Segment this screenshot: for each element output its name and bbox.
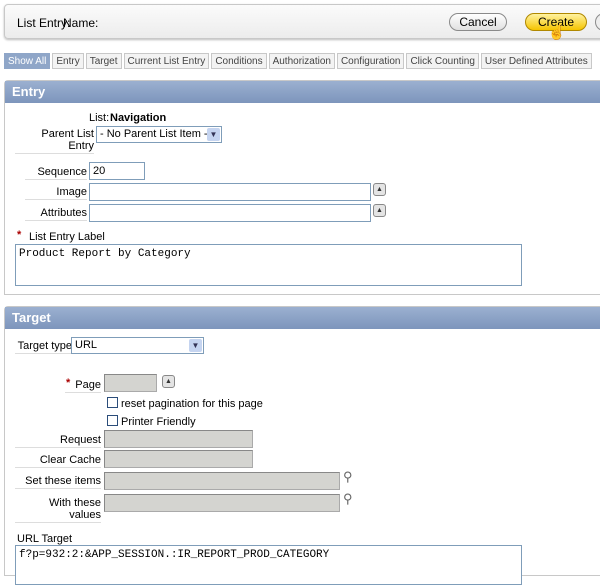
name-label: Name: bbox=[63, 16, 99, 30]
reset-pagination-checkbox[interactable] bbox=[107, 397, 118, 408]
image-input[interactable] bbox=[89, 183, 371, 201]
tab-entry[interactable]: Entry bbox=[52, 53, 84, 69]
clear-cache-input[interactable] bbox=[104, 450, 253, 468]
popup-lov-icon[interactable]: ▲ bbox=[373, 204, 386, 217]
set-items-input[interactable] bbox=[104, 472, 340, 490]
popup-lov-icon[interactable]: ▲ bbox=[162, 375, 175, 388]
url-target-label: URL Target bbox=[17, 533, 73, 545]
popup-lov-icon[interactable]: ▲ bbox=[373, 183, 386, 196]
set-items-label: Set these items bbox=[15, 475, 101, 489]
with-values-label: With these values bbox=[15, 497, 101, 523]
with-values-input[interactable] bbox=[104, 494, 340, 512]
tab-target[interactable]: Target bbox=[85, 53, 122, 69]
parent-list-entry-label: Parent List Entry bbox=[15, 128, 94, 154]
clear-cache-label: Clear Cache bbox=[15, 454, 101, 468]
list-entry-label-label: List Entry Label bbox=[29, 231, 105, 243]
tab-user-defined-attributes[interactable]: User Defined Attributes bbox=[480, 53, 592, 69]
list-label: List: bbox=[89, 112, 110, 124]
flashlight-icon[interactable]: ⚲ bbox=[343, 469, 353, 485]
sequence-input[interactable]: 20 bbox=[89, 162, 145, 180]
attributes-input[interactable] bbox=[89, 204, 371, 222]
sequence-label: Sequence bbox=[25, 166, 87, 180]
entry-panel-title: Entry bbox=[5, 81, 600, 103]
tab-show-all[interactable]: Show All bbox=[4, 53, 51, 69]
header-bar: List Entry: Name: Cancel Create bbox=[4, 4, 600, 39]
target-panel-title: Target bbox=[5, 307, 600, 329]
parent-list-entry-select[interactable]: - No Parent List Item - ▼ bbox=[96, 126, 222, 143]
page-label: Page bbox=[65, 379, 101, 393]
tab-current-list-entry[interactable]: Current List Entry bbox=[123, 53, 210, 69]
hand-cursor-icon: ☝ bbox=[548, 24, 566, 40]
cancel-button[interactable]: Cancel bbox=[449, 13, 507, 31]
printer-friendly-label: Printer Friendly bbox=[121, 416, 196, 428]
attributes-label: Attributes bbox=[25, 207, 87, 221]
list-entry-label-textarea[interactable]: Product Report by Category bbox=[15, 244, 522, 286]
section-tabs: Show All Entry Target Current List Entry… bbox=[4, 53, 592, 69]
page-input[interactable] bbox=[104, 374, 157, 392]
target-type-value: URL bbox=[75, 339, 98, 351]
extra-button[interactable] bbox=[595, 13, 600, 31]
target-type-label: Target type bbox=[15, 340, 72, 354]
url-target-textarea[interactable]: f?p=932:2:&APP_SESSION.:IR_REPORT_PROD_C… bbox=[15, 545, 522, 585]
reset-pagination-label: reset pagination for this page bbox=[121, 398, 263, 410]
tab-click-counting[interactable]: Click Counting bbox=[406, 53, 479, 69]
list-value: Navigation bbox=[110, 112, 167, 124]
flashlight-icon[interactable]: ⚲ bbox=[343, 491, 353, 507]
image-label: Image bbox=[25, 186, 87, 200]
target-type-select[interactable]: URL ▼ bbox=[71, 337, 204, 354]
chevron-down-icon: ▼ bbox=[207, 128, 220, 141]
chevron-down-icon: ▼ bbox=[189, 339, 202, 352]
printer-friendly-checkbox[interactable] bbox=[107, 415, 118, 426]
request-label: Request bbox=[15, 434, 101, 448]
required-marker: * bbox=[17, 229, 22, 241]
target-panel: Target Target type URL ▼ * Page ▲ reset p… bbox=[4, 306, 600, 585]
parent-list-entry-value: - No Parent List Item - bbox=[100, 128, 208, 140]
tab-configuration[interactable]: Configuration bbox=[336, 53, 405, 69]
tab-conditions[interactable]: Conditions bbox=[211, 53, 267, 69]
tab-authorization[interactable]: Authorization bbox=[268, 53, 335, 69]
request-input[interactable] bbox=[104, 430, 253, 448]
entry-panel: Entry List: Navigation Parent List Entry… bbox=[4, 80, 600, 295]
